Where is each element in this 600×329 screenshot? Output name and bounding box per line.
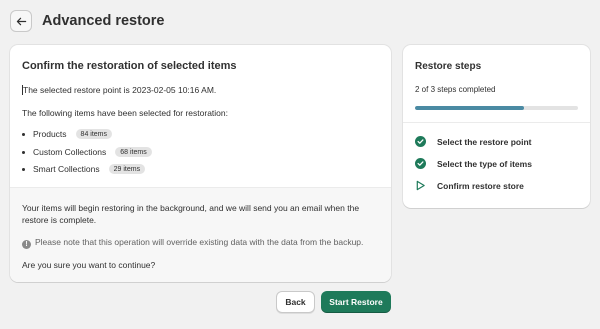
alert-icon: !	[22, 240, 31, 249]
item-label: Custom Collections	[33, 147, 107, 157]
item-count-badge: 84 items	[75, 129, 113, 139]
back-action-button[interactable]: Back	[276, 291, 315, 313]
confirm-question: Are you sure you want to continue?	[22, 260, 156, 270]
progress-bar	[415, 106, 578, 110]
info-text-line-1: Your items will begin restoring in the b…	[22, 203, 360, 213]
divider	[403, 122, 590, 123]
item-label: Products	[33, 129, 67, 139]
warning-text: ! Please note that this operation will ov…	[22, 237, 363, 249]
info-section: Your items will begin restoring in the b…	[10, 187, 391, 282]
list-item: Smart Collections 29 items	[22, 164, 146, 174]
check-circle-icon	[415, 158, 426, 169]
arrow-left-icon	[16, 17, 26, 25]
start-restore-button[interactable]: Start Restore	[321, 291, 391, 313]
restore-steps-card: Restore steps 2 of 3 steps completed Sel…	[403, 45, 590, 208]
card-heading: Confirm the restoration of selected item…	[22, 60, 237, 72]
step-confirm-restore: Confirm restore store	[415, 180, 524, 191]
page-title: Advanced restore	[42, 13, 165, 29]
restore-point-text: The selected restore point is 2023-02-05…	[22, 85, 217, 95]
progress-bar-fill	[415, 106, 524, 110]
items-intro-text: The following items have been selected f…	[22, 108, 229, 118]
item-count-badge: 68 items	[115, 147, 152, 157]
item-label: Smart Collections	[33, 164, 100, 174]
check-circle-icon	[415, 136, 426, 147]
list-item: Products 84 items	[22, 129, 113, 139]
steps-heading: Restore steps	[415, 61, 482, 72]
bullet	[22, 150, 25, 154]
step-label: Select the type of items	[437, 158, 532, 169]
item-count-badge: 29 items	[108, 164, 146, 174]
play-outline-icon	[415, 180, 426, 191]
confirm-restore-card: Confirm the restoration of selected item…	[10, 45, 391, 282]
list-item: Custom Collections 68 items	[22, 147, 152, 157]
progress-text: 2 of 3 steps completed	[415, 85, 496, 94]
step-label: Select the restore point	[437, 136, 532, 147]
step-select-item-type: Select the type of items	[415, 158, 532, 169]
info-text-line-2: restore is complete.	[22, 215, 97, 225]
bullet	[22, 132, 25, 136]
bullet	[22, 167, 25, 171]
back-button[interactable]	[10, 10, 32, 32]
step-select-restore-point: Select the restore point	[415, 136, 531, 147]
step-label: Confirm restore store	[437, 180, 524, 191]
